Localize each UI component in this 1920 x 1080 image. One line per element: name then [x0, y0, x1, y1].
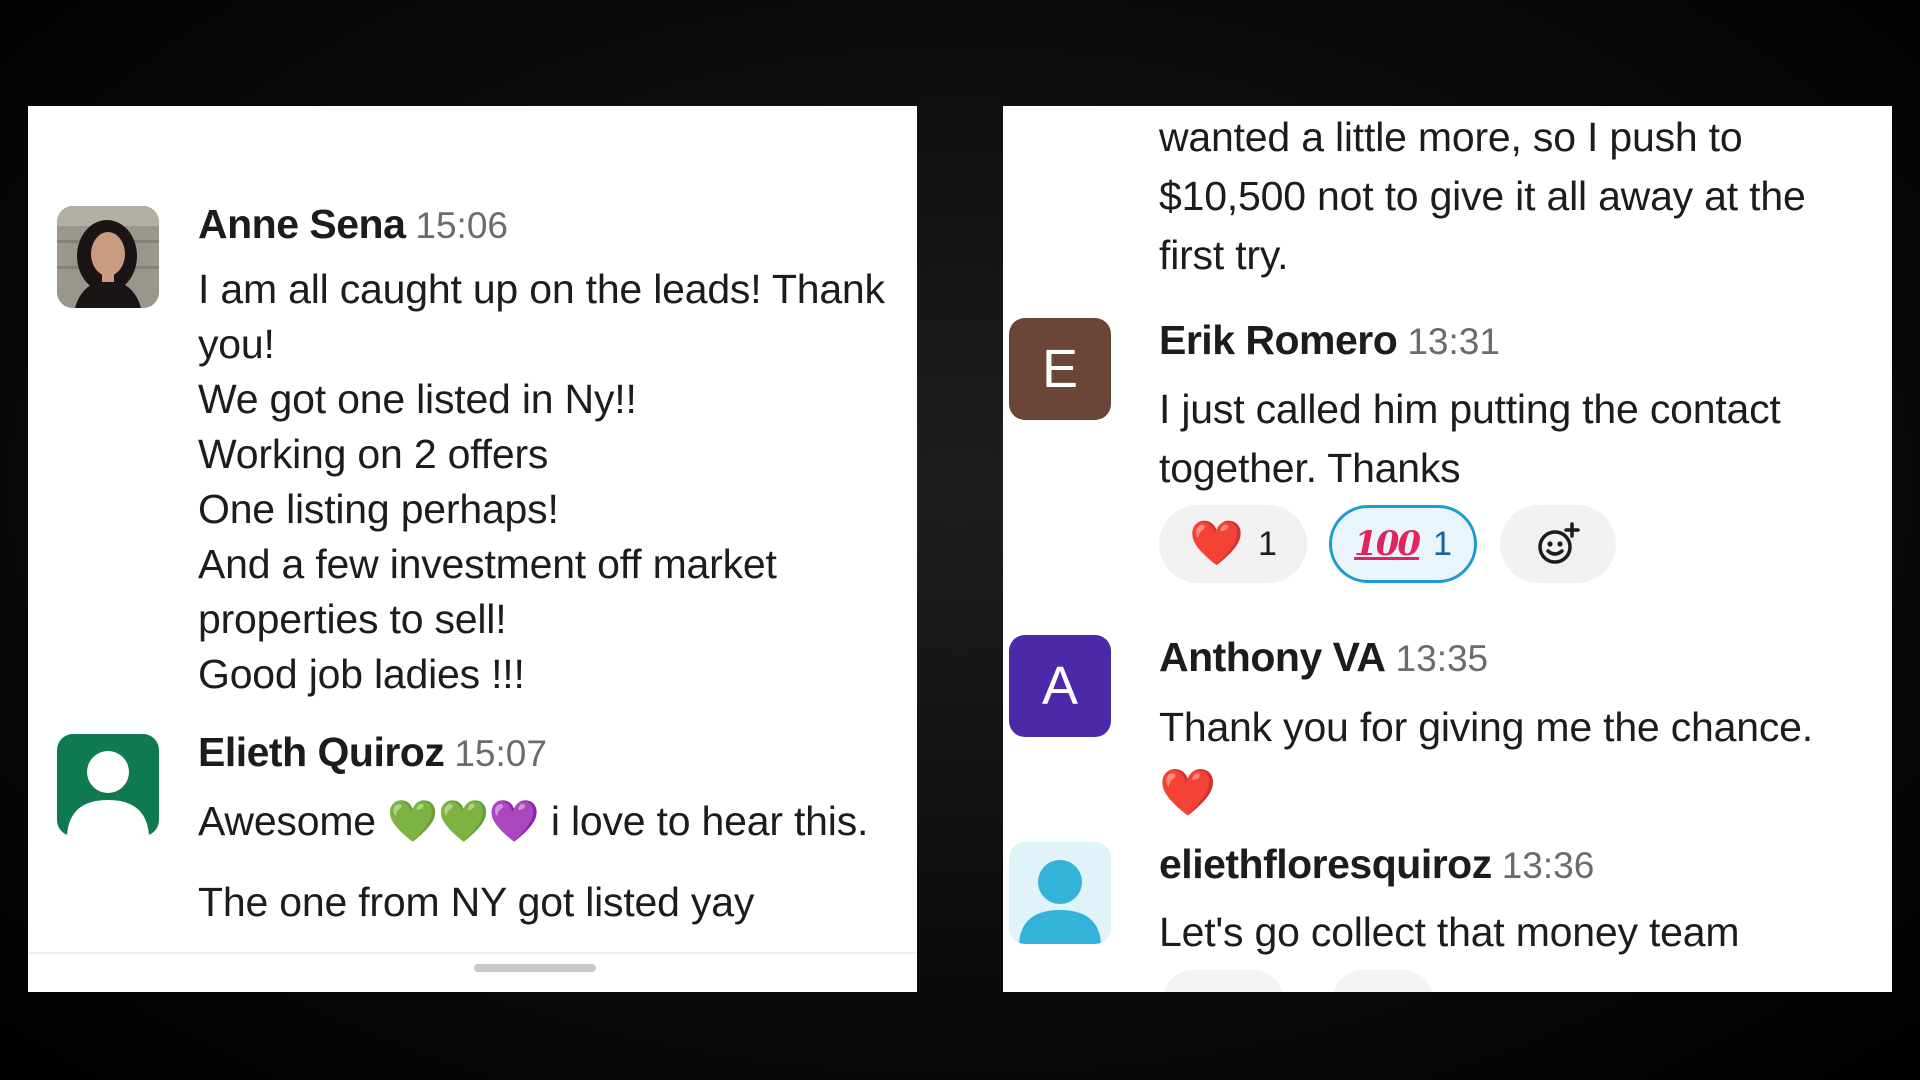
message-body: eliethfloresquiroz 13:36 Let's go collect…	[1159, 840, 1739, 960]
message-text: I am all caught up on the leads! Thank y…	[198, 262, 885, 702]
message-line: Thank you for giving me the chance.	[1159, 704, 1813, 750]
person-icon	[67, 751, 149, 836]
author-name[interactable]: Anthony VA	[1159, 634, 1386, 680]
message-line: $10,500 not to give it all away at the	[1159, 173, 1806, 219]
message-line: I am all caught up on the leads! Thank	[198, 266, 885, 312]
message-time[interactable]: 15:06	[415, 205, 508, 246]
author-name[interactable]: Anne Sena	[198, 201, 406, 247]
author-name[interactable]: Elieth Quiroz	[198, 729, 445, 775]
heart-emoji: ❤️	[1189, 519, 1244, 568]
message-header: Anthony VA 13:35	[1159, 633, 1813, 691]
green-heart-emoji: 💚	[437, 798, 489, 844]
author-name[interactable]: eliethfloresquiroz	[1159, 841, 1492, 887]
message-line: Working on 2 offers	[198, 431, 549, 477]
message-time[interactable]: 13:36	[1502, 845, 1595, 886]
message-body: Erik Romero 13:31 I just called him putti…	[1159, 316, 1781, 498]
message-text-part: Awesome	[198, 798, 388, 844]
message-time[interactable]: 13:31	[1407, 321, 1500, 362]
message-line: And a few investment off market	[198, 541, 777, 587]
message-text-part: i love to hear this.	[539, 798, 869, 844]
message-text: I just called him putting the contact to…	[1159, 380, 1781, 498]
message-line: together. Thanks	[1159, 445, 1461, 491]
add-reaction-button[interactable]	[1500, 505, 1616, 583]
message-line: One listing perhaps!	[198, 486, 559, 532]
message-header: eliethfloresquiroz 13:36	[1159, 840, 1739, 898]
reaction-count: 1	[1433, 524, 1452, 563]
divider	[28, 952, 917, 954]
avatar-anthony-va[interactable]: A	[1009, 635, 1111, 737]
message-line: Let's go collect that money team	[1159, 909, 1740, 955]
message-line: I just called him putting the contact	[1159, 386, 1781, 432]
message-body: Anthony VA 13:35 Thank you for giving me …	[1159, 633, 1813, 829]
message-header: Elieth Quiroz 15:07	[198, 728, 868, 786]
person-icon	[1019, 860, 1101, 944]
avatar-anne-sena[interactable]	[57, 206, 159, 308]
message-body: Elieth Quiroz 15:07 Awesome 💚💚💜 i love to…	[198, 728, 868, 930]
message-line: Awesome 💚💚💜 i love to hear this.	[198, 794, 868, 849]
purple-heart-emoji: 💜	[488, 798, 540, 844]
avatar-eliethfloresquiroz[interactable]	[1009, 842, 1111, 944]
left-chat-panel: Anne Sena 15:06 I am all caught up on the…	[28, 106, 917, 992]
reaction-heart[interactable]: ❤️ 1	[1159, 505, 1307, 583]
message-line: Good job ladies !!!	[198, 651, 525, 697]
reaction-count: 1	[1257, 524, 1277, 563]
message-body: Anne Sena 15:06 I am all caught up on the…	[198, 200, 885, 702]
reaction-partial[interactable]	[1163, 970, 1283, 992]
reaction-partial[interactable]	[1333, 970, 1433, 992]
continued-message-text: wanted a little more, so I push to $10,5…	[1159, 108, 1806, 285]
message-header: Anne Sena 15:06	[198, 200, 885, 258]
message-line: first try.	[1159, 232, 1289, 278]
green-heart-emoji: 💚	[387, 798, 438, 844]
avatar-erik-romero[interactable]: E	[1009, 318, 1111, 420]
message-line: We got one listed in Ny!!	[198, 376, 637, 422]
reaction-hundred[interactable]: 100 1	[1329, 505, 1477, 583]
heart-emoji: ❤️	[1159, 766, 1217, 818]
add-reaction-icon	[1538, 522, 1580, 564]
author-name[interactable]: Erik Romero	[1159, 317, 1398, 363]
message-line: you!	[198, 321, 275, 367]
message-line: properties to sell!	[198, 596, 507, 642]
message-time[interactable]: 15:07	[454, 733, 547, 774]
user-photo-icon	[57, 206, 159, 308]
avatar-elieth-quiroz[interactable]	[57, 734, 159, 836]
message-time[interactable]: 13:35	[1396, 638, 1489, 679]
scroll-handle[interactable]	[474, 964, 596, 972]
avatar-letter: E	[1041, 339, 1079, 399]
avatar-letter: A	[1041, 656, 1079, 716]
right-chat-panel: wanted a little more, so I push to $10,5…	[1003, 106, 1892, 992]
message-line: wanted a little more, so I push to	[1159, 114, 1743, 160]
message-line: The one from NY got listed yay	[198, 879, 755, 925]
message-header: Erik Romero 13:31	[1159, 316, 1781, 374]
hundred-points-emoji: 100	[1354, 524, 1421, 564]
